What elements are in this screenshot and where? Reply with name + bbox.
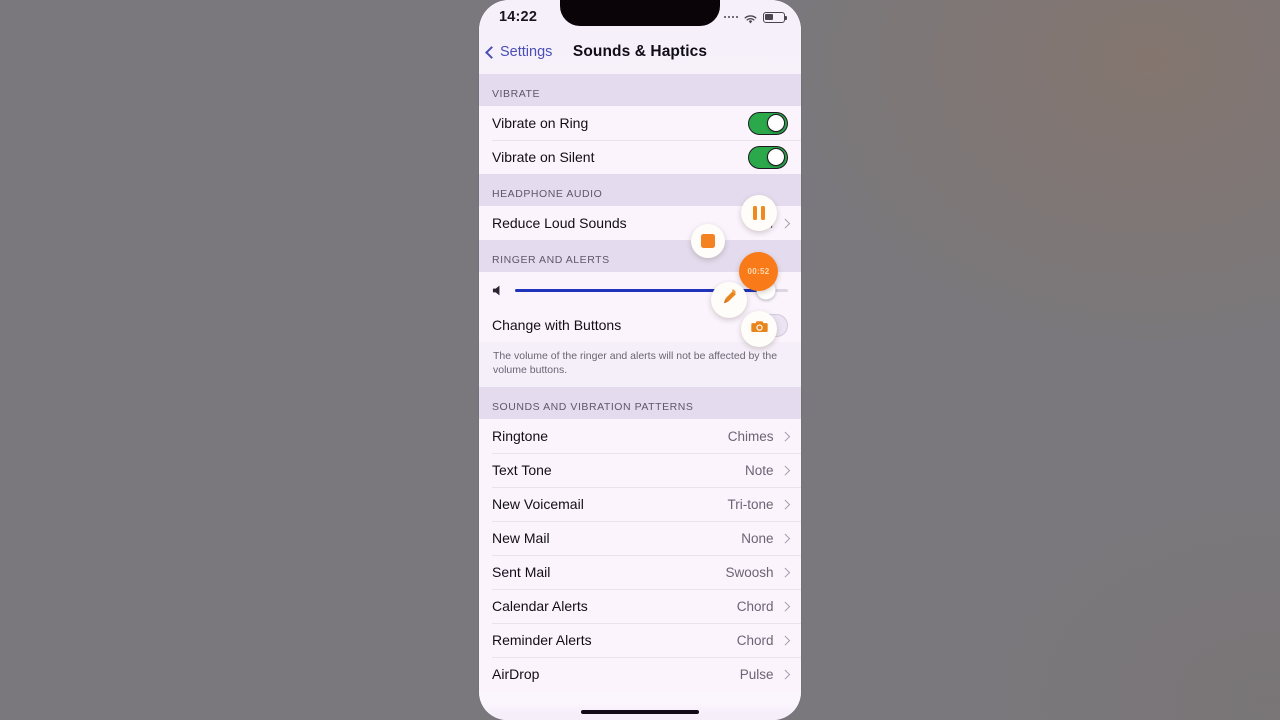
row-value: Chimes <box>727 428 774 444</box>
chevron-left-icon <box>485 45 498 59</box>
navigation-bar: Settings Sounds & Haptics <box>479 30 801 74</box>
volume-slider[interactable] <box>515 280 788 300</box>
toggle-vibrate-on-silent[interactable] <box>748 145 788 169</box>
row-label: AirDrop <box>492 666 540 683</box>
row-new-voicemail[interactable]: New Voicemail Tri-tone <box>479 487 801 522</box>
row-label: Text Tone <box>492 462 552 479</box>
row-value: Tri-tone <box>727 496 774 512</box>
row-airdrop[interactable]: AirDrop Pulse <box>479 657 801 692</box>
row-ringtone[interactable]: Ringtone Chimes <box>479 419 801 454</box>
stop-icon <box>701 234 715 248</box>
row-value: Chord <box>736 598 774 614</box>
row-value: Note <box>744 462 774 478</box>
chevron-right-icon <box>780 533 790 543</box>
back-button-label: Settings <box>500 44 553 60</box>
row-value: None <box>741 530 774 546</box>
wifi-icon <box>743 12 758 24</box>
phone-screen: 14:22 Settings Sounds & Haptics VIBRATE … <box>479 0 801 720</box>
battery-icon <box>763 11 787 23</box>
section-header-vibrate: VIBRATE <box>479 74 801 106</box>
row-label: Vibrate on Ring <box>492 115 589 131</box>
recorder-stop-button[interactable] <box>691 224 725 258</box>
chevron-right-icon <box>780 431 790 441</box>
status-time: 14:22 <box>499 9 538 25</box>
row-calendar-alerts[interactable]: Calendar Alerts Chord <box>479 589 801 624</box>
phone-device: 14:22 Settings Sounds & Haptics VIBRATE … <box>479 0 801 720</box>
brush-icon <box>720 288 739 312</box>
row-value: Pulse <box>739 666 774 682</box>
chevron-right-icon <box>780 635 790 645</box>
row-reminder-alerts[interactable]: Reminder Alerts Chord <box>479 623 801 658</box>
row-label: Ringtone <box>492 428 549 445</box>
row-value: Swoosh <box>725 564 774 580</box>
speaker-icon <box>492 284 505 297</box>
signal-dots-icon <box>723 15 738 19</box>
row-label: Change with Buttons <box>492 317 622 333</box>
chevron-right-icon <box>780 499 790 509</box>
recorder-timer-label: 00:52 <box>747 267 770 276</box>
device-notch <box>560 0 720 26</box>
section-header-sounds-patterns: SOUNDS AND VIBRATION PATTERNS <box>479 387 801 420</box>
recorder-pause-button[interactable] <box>741 195 777 231</box>
chevron-right-icon <box>780 218 790 228</box>
row-sent-mail[interactable]: Sent Mail Swoosh <box>479 555 801 590</box>
home-indicator[interactable] <box>581 709 699 714</box>
row-label: Reminder Alerts <box>492 632 592 649</box>
row-label: Vibrate on Silent <box>492 149 595 165</box>
chevron-right-icon <box>780 669 790 679</box>
row-vibrate-on-silent[interactable]: Vibrate on Silent <box>479 140 801 174</box>
recorder-timer-badge[interactable]: 00:52 <box>739 252 778 291</box>
row-label: Sent Mail <box>492 564 551 581</box>
toggle-vibrate-on-ring[interactable] <box>748 111 788 135</box>
chevron-right-icon <box>780 465 790 475</box>
row-label: New Mail <box>492 530 550 547</box>
row-text-tone[interactable]: Text Tone Note <box>479 453 801 488</box>
back-button[interactable]: Settings <box>485 44 553 60</box>
camera-icon <box>750 317 769 341</box>
recorder-brush-button[interactable] <box>711 282 747 318</box>
recorder-camera-button[interactable] <box>741 311 777 347</box>
ringer-footnote: The volume of the ringer and alerts will… <box>479 342 801 388</box>
row-vibrate-on-ring[interactable]: Vibrate on Ring <box>479 106 801 140</box>
row-label: Calendar Alerts <box>492 598 588 615</box>
pause-icon <box>753 206 765 220</box>
settings-list[interactable]: VIBRATE Vibrate on Ring Vibrate on Silen… <box>479 74 801 720</box>
chevron-right-icon <box>780 601 790 611</box>
status-icons <box>723 11 787 24</box>
row-label: New Voicemail <box>492 496 584 513</box>
row-new-mail[interactable]: New Mail None <box>479 521 801 556</box>
row-value: Chord <box>736 632 774 648</box>
chevron-right-icon <box>780 567 790 577</box>
